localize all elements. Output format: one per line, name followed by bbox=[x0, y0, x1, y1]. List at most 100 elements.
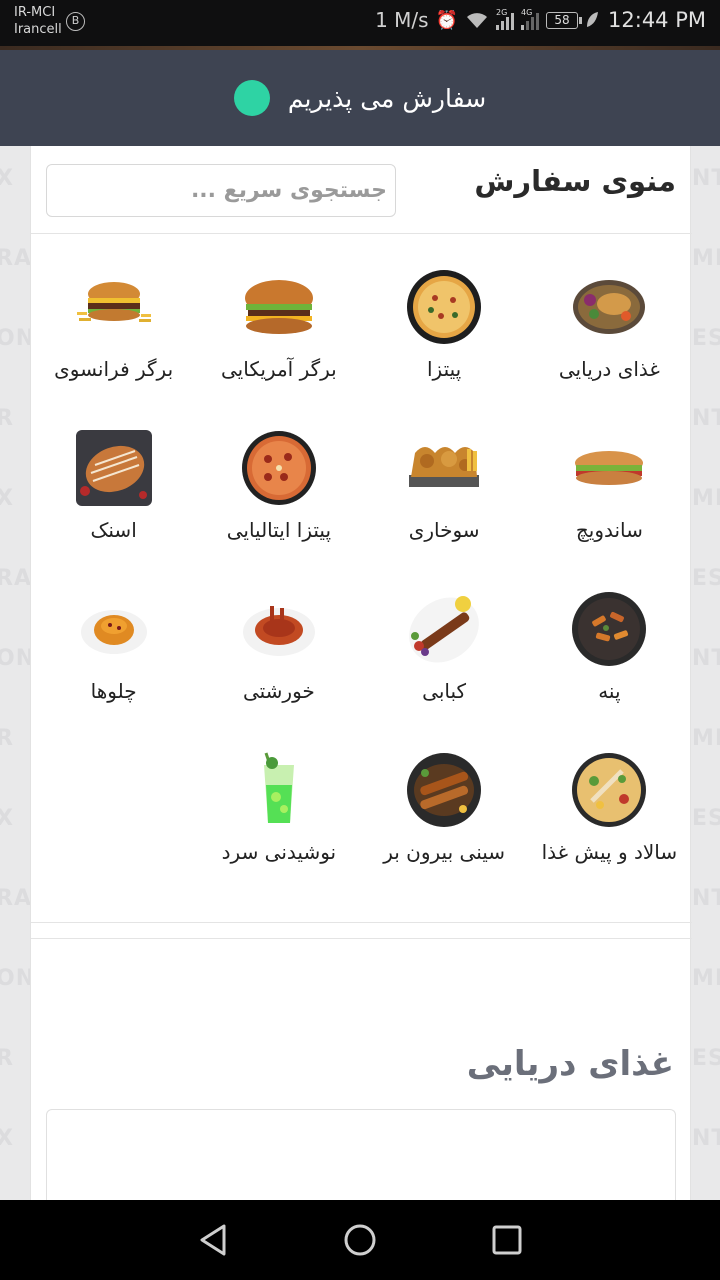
category-label: اسنک bbox=[90, 518, 137, 542]
category-item[interactable]: پیتزا ایتالیایی bbox=[196, 411, 361, 572]
watermark-text: NT bbox=[692, 886, 720, 911]
signal-2g-label: 2G bbox=[496, 8, 508, 17]
order-status: سفارش می پذیریم bbox=[0, 50, 720, 146]
watermark-text: NT bbox=[692, 646, 720, 671]
app-header: سفارش می پذیریم bbox=[0, 50, 720, 146]
signal-4g-label: 4G bbox=[521, 8, 533, 17]
watermark-text: ES bbox=[692, 566, 720, 591]
category-item[interactable]: برگر فرانسوی bbox=[31, 250, 196, 411]
home-button[interactable] bbox=[340, 1220, 380, 1260]
category-item[interactable]: اسنک bbox=[31, 411, 196, 572]
watermark-text: ON bbox=[0, 966, 30, 991]
category-item[interactable]: نوشیدنی سرد bbox=[196, 733, 361, 894]
stew-icon bbox=[242, 606, 315, 656]
system-nav-bar bbox=[0, 1200, 720, 1280]
category-label: برگر فرانسوی bbox=[54, 357, 174, 381]
watermark-text: NT bbox=[692, 406, 720, 431]
american-burger-icon bbox=[244, 280, 313, 334]
recents-button[interactable] bbox=[487, 1220, 527, 1260]
category-item[interactable]: سینی بیرون بر bbox=[362, 733, 527, 894]
watermark-text: RA bbox=[0, 566, 30, 591]
watermark-text: R bbox=[0, 1046, 14, 1071]
order-status-label: سفارش می پذیریم bbox=[287, 83, 487, 113]
watermark-text: X bbox=[0, 1126, 14, 1151]
category-label: پیتزا ایتالیایی bbox=[226, 518, 332, 542]
category-label: نوشیدنی سرد bbox=[221, 840, 337, 864]
watermark-text: X bbox=[0, 166, 14, 191]
menu-panel: منوی سفارش غذای دریایی پیتزا برگر آمریکایی… bbox=[30, 146, 692, 1209]
category-label: کبابی bbox=[422, 679, 467, 703]
category-item[interactable]: پنه bbox=[527, 572, 692, 733]
watermark-text: NT bbox=[692, 1126, 720, 1151]
carrier-info: IR-MCI Irancell bbox=[14, 4, 62, 38]
watermark-text: ES bbox=[692, 806, 720, 831]
category-label: سالاد و پیش غذا bbox=[541, 840, 678, 864]
leaf-icon bbox=[587, 12, 599, 27]
pizza-icon bbox=[407, 270, 482, 344]
category-item[interactable]: پیتزا bbox=[362, 250, 527, 411]
divider bbox=[31, 922, 692, 923]
category-item[interactable]: غذای دریایی bbox=[527, 250, 692, 411]
status-bar: IR-MCI Irancell B 1 M/s ⏰ 2G 4G 58 12:44… bbox=[0, 0, 720, 46]
watermark-text: MI bbox=[692, 726, 720, 751]
notification-badge-icon: B bbox=[66, 12, 85, 31]
watermark-text: ON bbox=[0, 646, 30, 671]
watermark-text: NT bbox=[692, 166, 720, 191]
battery-icon: 58 bbox=[546, 11, 583, 29]
menu-title: منوی سفارش bbox=[474, 164, 676, 198]
watermark-text: X bbox=[0, 486, 14, 511]
background-watermark-right: NT MI ES NT MI ES NT MI ES NT MI ES NT bbox=[690, 146, 720, 1200]
status-indicators: 1 M/s ⏰ 2G 4G 58 12:44 PM bbox=[375, 8, 706, 32]
alarm-icon: ⏰ bbox=[435, 9, 459, 31]
category-item[interactable]: برگر آمریکایی bbox=[196, 250, 361, 411]
category-item[interactable]: کبابی bbox=[362, 572, 527, 733]
watermark-text: R bbox=[0, 726, 14, 751]
category-item[interactable]: خورشتی bbox=[196, 572, 361, 733]
category-label: سینی بیرون بر bbox=[383, 840, 506, 864]
quick-search-input[interactable] bbox=[46, 164, 396, 217]
takeaway-tray-icon bbox=[407, 753, 482, 827]
watermark-text: R bbox=[0, 406, 14, 431]
watermark-text: MI bbox=[692, 966, 720, 991]
back-icon bbox=[200, 1224, 226, 1256]
rice-dish-icon bbox=[80, 610, 147, 654]
category-item[interactable]: چلوها bbox=[31, 572, 196, 733]
background-watermark-left: X RA ON R X RA ON R X RA ON R X bbox=[0, 146, 30, 1200]
salad-icon bbox=[572, 753, 647, 827]
network-speed: 1 M/s bbox=[375, 8, 429, 32]
carrier-operator: Irancell bbox=[14, 22, 62, 37]
italian-pizza-icon bbox=[241, 431, 316, 505]
category-item[interactable]: سوخاری bbox=[362, 411, 527, 572]
category-item[interactable]: سالاد و پیش غذا bbox=[527, 733, 692, 894]
category-label: پنه bbox=[598, 679, 621, 703]
category-label: غذای دریایی bbox=[558, 357, 660, 381]
home-icon bbox=[344, 1224, 376, 1256]
watermark-text: ES bbox=[692, 326, 720, 351]
status-online-dot-icon bbox=[233, 80, 270, 116]
menu-header: منوی سفارش bbox=[31, 146, 692, 234]
category-label: ساندویچ bbox=[575, 518, 643, 542]
category-label: خورشتی bbox=[242, 679, 315, 703]
cold-drink-icon bbox=[263, 752, 294, 823]
watermark-text: RA bbox=[0, 246, 30, 271]
watermark-text: RA bbox=[0, 886, 30, 911]
section-items-container bbox=[46, 1109, 676, 1209]
watermark-text: ES bbox=[692, 1046, 720, 1071]
category-grid: غذای دریایی پیتزا برگر آمریکایی برگر فرانسو… bbox=[31, 250, 692, 894]
category-label: سوخاری bbox=[408, 518, 480, 542]
watermark-text: MI bbox=[692, 246, 720, 271]
section-title: غذای دریایی bbox=[466, 1044, 674, 1084]
watermark-text: MI bbox=[692, 486, 720, 511]
category-label: پیتزا bbox=[427, 357, 462, 381]
category-label: چلوها bbox=[90, 679, 137, 703]
kebab-icon bbox=[409, 596, 479, 663]
watermark-text: ON bbox=[0, 326, 30, 351]
divider bbox=[31, 938, 692, 939]
clock: 12:44 PM bbox=[608, 8, 706, 32]
back-button[interactable] bbox=[193, 1220, 233, 1260]
sandwich-icon bbox=[575, 451, 644, 485]
fried-chicken-icon bbox=[409, 447, 480, 487]
carrier-name: IR-MCI bbox=[14, 5, 56, 20]
category-item[interactable]: ساندویچ bbox=[527, 411, 692, 572]
signal-2g-icon: 2G bbox=[496, 8, 515, 30]
